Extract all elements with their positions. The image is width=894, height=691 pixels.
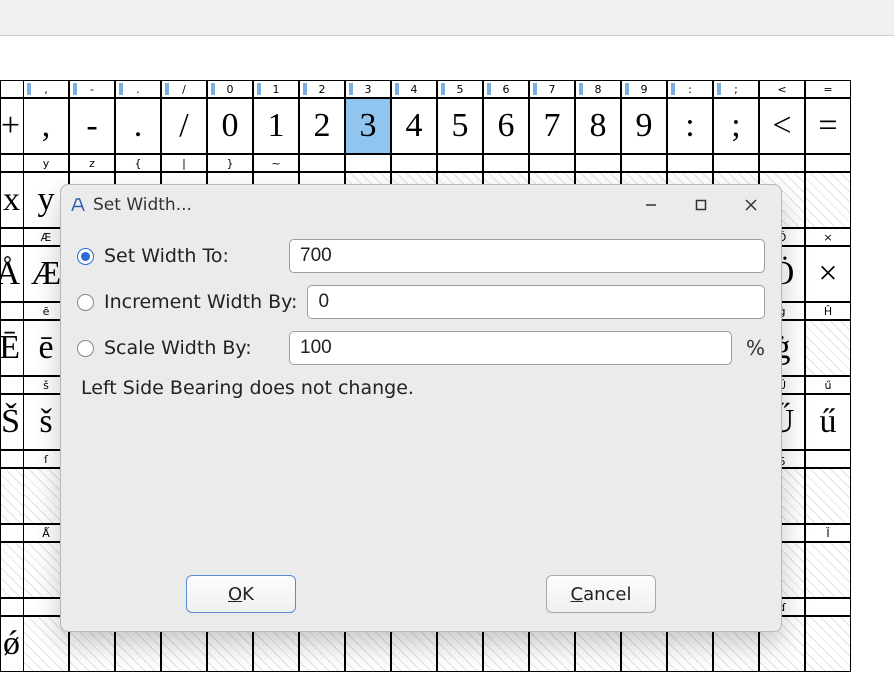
- glyph-header: :: [667, 80, 713, 98]
- set-width-dialog: Set Width... Set Width To: Increment Wid…: [60, 184, 782, 632]
- glyph-cell[interactable]: [805, 542, 851, 598]
- glyph-header: ,: [23, 80, 69, 98]
- glyph-header: {: [115, 154, 161, 172]
- glyph-header: [759, 154, 805, 172]
- glyph-header: [805, 154, 851, 172]
- glyph-cell[interactable]: 9: [621, 98, 667, 154]
- increment-width-input[interactable]: [307, 285, 765, 319]
- glyph-header: Ȉ: [805, 524, 851, 542]
- scale-width-label: Scale Width By:: [104, 337, 279, 359]
- glyph-header: [437, 154, 483, 172]
- glyph-header: [667, 154, 713, 172]
- glyph-cell[interactable]: =: [805, 98, 851, 154]
- glyph-cell[interactable]: 3: [345, 98, 391, 154]
- glyph-cell[interactable]: 4: [391, 98, 437, 154]
- glyph-header: 3: [345, 80, 391, 98]
- dialog-title: Set Width...: [93, 195, 192, 215]
- glyph-cell[interactable]: [805, 616, 851, 672]
- glyph-cell[interactable]: ×: [805, 246, 851, 302]
- dialog-titlebar: Set Width...: [61, 185, 781, 225]
- glyph-header: -: [69, 80, 115, 98]
- glyph-cell[interactable]: :: [667, 98, 713, 154]
- glyph-header: [483, 154, 529, 172]
- percent-label: %: [746, 336, 765, 360]
- ok-button[interactable]: OK: [186, 575, 296, 613]
- cancel-button[interactable]: Cancel: [546, 575, 656, 613]
- glyph-header: [345, 154, 391, 172]
- glyph-cell[interactable]: ű: [805, 394, 851, 450]
- glyph-header: <: [759, 80, 805, 98]
- glyph-header: }: [207, 154, 253, 172]
- glyph-cell[interactable]: 0: [207, 98, 253, 154]
- minimize-button[interactable]: [629, 190, 673, 220]
- scale-width-radio[interactable]: [77, 340, 94, 357]
- note-text: Left Side Bearing does not change.: [81, 377, 765, 399]
- glyph-cell[interactable]: 1: [253, 98, 299, 154]
- glyph-header: /: [161, 80, 207, 98]
- glyph-header: 7: [529, 80, 575, 98]
- glyph-cell[interactable]: .: [115, 98, 161, 154]
- glyph-cell[interactable]: 7: [529, 98, 575, 154]
- glyph-cell[interactable]: -: [69, 98, 115, 154]
- app-topbar: [0, 0, 894, 36]
- glyph-header: [575, 154, 621, 172]
- glyph-header: Ĥ: [805, 302, 851, 320]
- glyph-cell[interactable]: [805, 320, 851, 376]
- glyph-cell[interactable]: 6: [483, 98, 529, 154]
- glyph-header: |: [161, 154, 207, 172]
- glyph-header: 0: [207, 80, 253, 98]
- glyph-header: [391, 154, 437, 172]
- glyph-cell[interactable]: 5: [437, 98, 483, 154]
- glyph-cell[interactable]: ,: [23, 98, 69, 154]
- maximize-button[interactable]: [679, 190, 723, 220]
- increment-width-label: Increment Width By:: [104, 291, 297, 313]
- glyph-cell[interactable]: /: [161, 98, 207, 154]
- glyph-header: [529, 154, 575, 172]
- glyph-cell[interactable]: 8: [575, 98, 621, 154]
- glyph-header: .: [115, 80, 161, 98]
- glyph-cell[interactable]: 2: [299, 98, 345, 154]
- glyph-header: 9: [621, 80, 667, 98]
- glyph-header: 5: [437, 80, 483, 98]
- glyph-header: 2: [299, 80, 345, 98]
- glyph-cell[interactable]: [805, 468, 851, 524]
- increment-width-radio[interactable]: [77, 294, 94, 311]
- glyph-cell[interactable]: [805, 172, 851, 228]
- glyph-header: ű: [805, 376, 851, 394]
- glyph-header: 4: [391, 80, 437, 98]
- glyph-header: 6: [483, 80, 529, 98]
- glyph-header: [299, 154, 345, 172]
- glyph-header: [713, 154, 759, 172]
- glyph-header: =: [805, 80, 851, 98]
- glyph-header: [805, 450, 851, 468]
- glyph-header: 8: [575, 80, 621, 98]
- glyph-cell[interactable]: <: [759, 98, 805, 154]
- app-icon: [69, 196, 87, 214]
- glyph-header: ×: [805, 228, 851, 246]
- glyph-header: [621, 154, 667, 172]
- set-width-to-input[interactable]: [289, 239, 765, 273]
- glyph-header: ;: [713, 80, 759, 98]
- glyph-header: [805, 598, 851, 616]
- set-width-to-label: Set Width To:: [104, 245, 279, 267]
- scale-width-input[interactable]: [289, 331, 732, 365]
- glyph-header: y: [23, 154, 69, 172]
- glyph-header: ~: [253, 154, 299, 172]
- close-button[interactable]: [729, 190, 773, 220]
- set-width-to-radio[interactable]: [77, 248, 94, 265]
- glyph-cell[interactable]: ;: [713, 98, 759, 154]
- glyph-header: 1: [253, 80, 299, 98]
- glyph-header: z: [69, 154, 115, 172]
